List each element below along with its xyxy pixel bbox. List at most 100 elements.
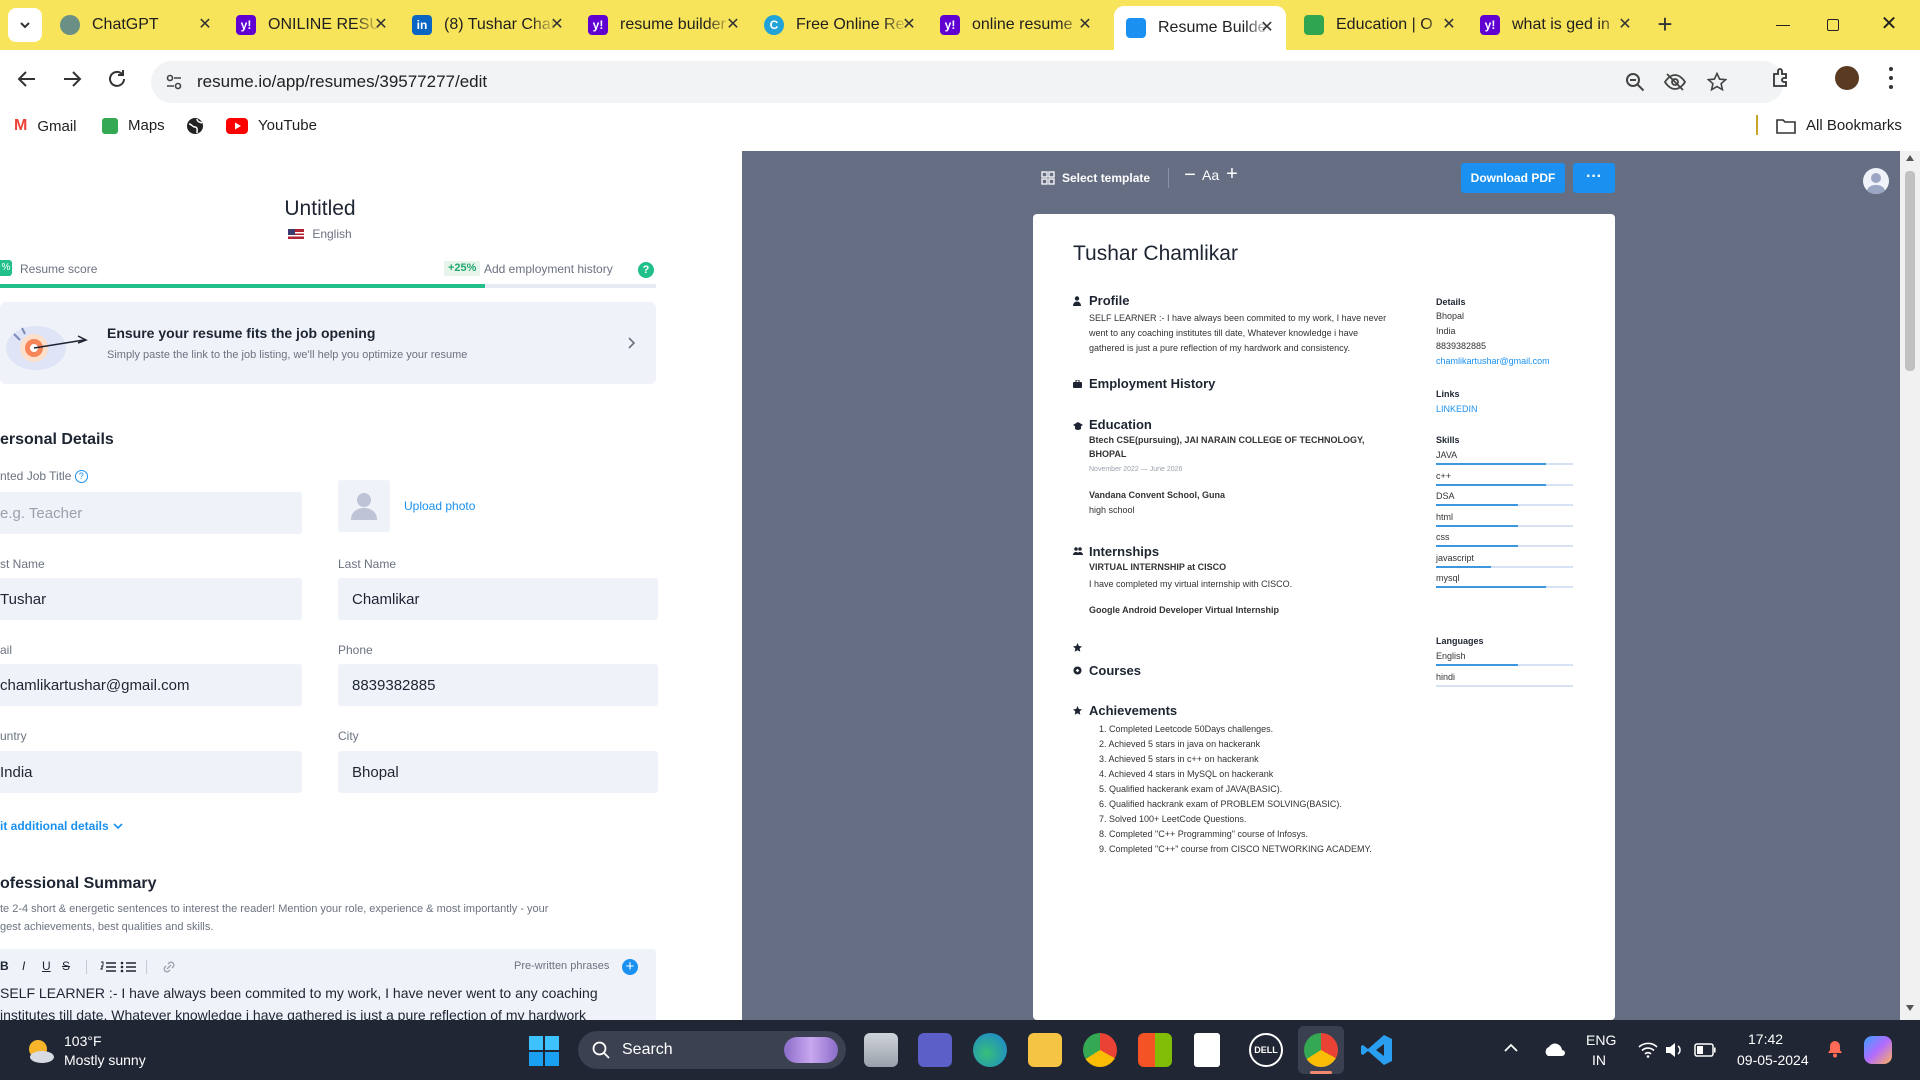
account-avatar[interactable]: [1863, 168, 1889, 194]
new-tab-button[interactable]: +: [1650, 10, 1680, 40]
job-title-input[interactable]: e.g. Teacher: [0, 492, 302, 534]
input-lang-2[interactable]: IN: [1592, 1052, 1606, 1068]
menu-icon[interactable]: [1888, 67, 1894, 89]
download-pdf-button[interactable]: Download PDF: [1461, 163, 1565, 193]
first-name-input[interactable]: Tushar: [0, 578, 302, 620]
font-decrease-button[interactable]: −: [1182, 165, 1198, 185]
close-icon[interactable]: ✕: [196, 16, 214, 34]
scroll-up-arrow[interactable]: [1906, 155, 1914, 161]
zoom-icon[interactable]: [1625, 72, 1645, 92]
tab-online-resume-search[interactable]: y! online resume ✕: [932, 8, 1104, 42]
clock-date[interactable]: 09-05-2024: [1737, 1052, 1809, 1068]
weather-widget[interactable]: 103°F Mostly sunny: [24, 1033, 174, 1073]
italic-button[interactable]: I: [22, 959, 25, 973]
restore-button[interactable]: [1818, 12, 1848, 38]
store-icon[interactable]: [1138, 1033, 1172, 1067]
tab-education[interactable]: Education | O ✕: [1296, 8, 1468, 42]
tab-resume-builder-search[interactable]: y! resume builder ✕: [580, 8, 752, 42]
skill-item-name: html: [1436, 511, 1454, 522]
font-increase-button[interactable]: +: [1224, 164, 1240, 184]
page-scrollbar[interactable]: [1900, 151, 1920, 1020]
close-window-button[interactable]: ✕: [1874, 10, 1904, 40]
bold-button[interactable]: B: [0, 959, 9, 973]
photo-placeholder[interactable]: [338, 480, 390, 532]
add-phrase-icon[interactable]: +: [622, 959, 638, 975]
tab-search-button[interactable]: [8, 8, 42, 42]
close-icon[interactable]: ✕: [372, 16, 390, 34]
close-icon[interactable]: ✕: [1076, 16, 1094, 34]
chrome-profile-icon[interactable]: [1298, 1026, 1344, 1074]
address-bar[interactable]: resume.io/app/resumes/39577277/edit: [151, 61, 1784, 103]
dell-icon[interactable]: DELL: [1249, 1033, 1283, 1067]
chrome-icon[interactable]: [1083, 1033, 1117, 1067]
wifi-icon[interactable]: [1638, 1042, 1658, 1058]
additional-details-toggle[interactable]: it additional details: [0, 819, 124, 833]
strikethrough-button[interactable]: S: [62, 959, 70, 973]
minimize-button[interactable]: [1768, 12, 1798, 38]
task-view-icon[interactable]: [864, 1033, 898, 1067]
numbered-list-icon[interactable]: [100, 961, 116, 973]
taskbar-search-box[interactable]: Search: [578, 1031, 846, 1069]
profile-avatar[interactable]: [1835, 66, 1859, 90]
close-icon[interactable]: ✕: [1616, 16, 1634, 34]
close-icon[interactable]: ✕: [548, 16, 566, 34]
copilot-icon[interactable]: [1864, 1036, 1892, 1064]
country-input[interactable]: India: [0, 751, 302, 793]
city-input[interactable]: Bhopal: [338, 751, 658, 793]
onedrive-cloud-icon[interactable]: [1543, 1042, 1565, 1056]
all-bookmarks[interactable]: All Bookmarks: [1776, 117, 1902, 134]
bookmark-youtube[interactable]: YouTube: [226, 117, 317, 134]
bullet-list-icon[interactable]: [120, 961, 136, 973]
close-icon[interactable]: ✕: [1258, 19, 1276, 37]
edge-icon[interactable]: [973, 1033, 1007, 1067]
tab-linkedin[interactable]: in (8) Tushar Chamlikar ✕: [404, 8, 576, 42]
score-hint[interactable]: Add employment history: [484, 262, 613, 276]
scroll-down-arrow[interactable]: [1906, 1005, 1914, 1011]
info-icon[interactable]: ?: [74, 470, 88, 483]
forward-icon[interactable]: [61, 68, 83, 90]
underline-button[interactable]: U: [42, 959, 51, 973]
teams-icon[interactable]: [918, 1033, 952, 1067]
site-info-icon[interactable]: [165, 73, 183, 91]
close-icon[interactable]: ✕: [900, 16, 918, 34]
volume-icon[interactable]: [1665, 1042, 1683, 1058]
input-lang-1[interactable]: ENG: [1586, 1032, 1616, 1048]
battery-icon[interactable]: [1694, 1043, 1716, 1057]
bookmark-maps[interactable]: Maps: [102, 117, 165, 134]
back-icon[interactable]: [16, 68, 38, 90]
last-name-input[interactable]: Chamlikar: [338, 578, 658, 620]
language-selector[interactable]: English: [0, 227, 640, 241]
job-fit-banner[interactable]: Ensure your resume fits the job opening …: [0, 302, 656, 384]
vscode-icon[interactable]: [1360, 1033, 1394, 1067]
star-icon[interactable]: [1707, 72, 1727, 92]
start-button[interactable]: [529, 1036, 559, 1066]
select-template-button[interactable]: Select template: [1041, 168, 1150, 188]
upload-photo-link[interactable]: Upload photo: [404, 499, 475, 513]
tab-free-online-resume[interactable]: C Free Online Resume ✕: [756, 8, 928, 42]
email-input[interactable]: chamlikartushar@gmail.com: [0, 664, 302, 706]
eye-off-icon[interactable]: [1664, 72, 1686, 92]
link-icon[interactable]: [162, 961, 176, 973]
prewritten-phrases-link[interactable]: Pre-written phrases: [514, 960, 609, 972]
file-explorer-icon[interactable]: [1028, 1033, 1062, 1067]
bookmark-globe[interactable]: [186, 117, 204, 135]
tab-resume-builder[interactable]: Resume Builder ✕: [1114, 6, 1286, 50]
more-options-button[interactable]: ···: [1573, 163, 1615, 193]
tab-ged[interactable]: y! what is ged in ✕: [1472, 8, 1644, 42]
tab-online-resume[interactable]: y! ONILINE RESUME ✕: [228, 8, 400, 42]
summary-editor[interactable]: B I U S Pre-written phrases + SELF LEARN…: [0, 949, 656, 1020]
chevron-up-icon[interactable]: [1503, 1042, 1519, 1054]
bookmark-gmail[interactable]: M Gmail: [14, 117, 77, 135]
close-icon[interactable]: ✕: [724, 16, 742, 34]
extensions-icon[interactable]: [1770, 67, 1792, 89]
phone-input[interactable]: 8839382885: [338, 664, 658, 706]
tab-chatgpt[interactable]: ChatGPT ✕: [52, 8, 224, 42]
scroll-thumb[interactable]: [1905, 171, 1915, 371]
document-title[interactable]: Untitled: [0, 197, 640, 221]
close-icon[interactable]: ✕: [1440, 16, 1458, 34]
reload-icon[interactable]: [106, 68, 128, 90]
help-icon[interactable]: ?: [638, 262, 654, 278]
document-icon[interactable]: [1194, 1033, 1220, 1067]
notification-bell-icon[interactable]: [1826, 1040, 1844, 1058]
clock-time[interactable]: 17:42: [1748, 1031, 1783, 1047]
